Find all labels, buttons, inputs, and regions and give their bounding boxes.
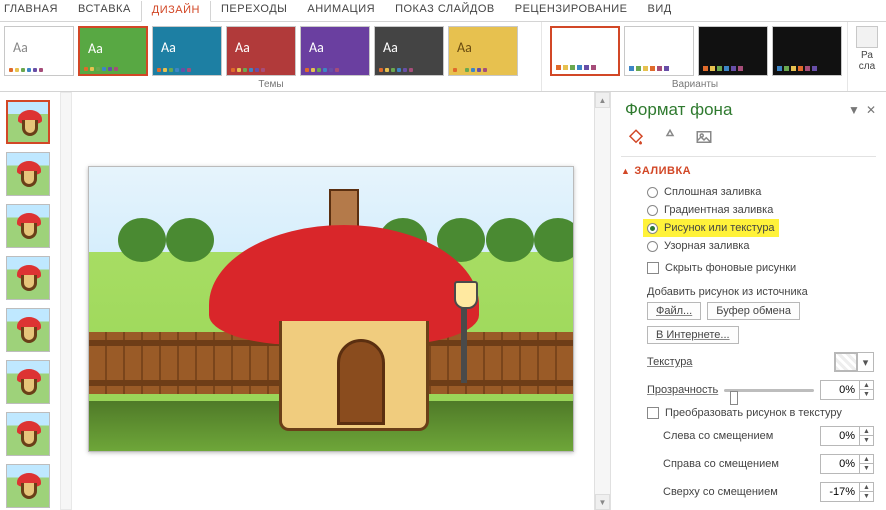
ribbon-tab-design[interactable]: ДИЗАЙН (141, 1, 211, 22)
collapse-icon: ▲ (621, 166, 630, 176)
tile-as-texture-check[interactable]: Преобразовать рисунок в текстуру (611, 404, 886, 422)
slide-thumbnails (0, 92, 60, 510)
theme-swatch-5[interactable]: Aa (300, 26, 370, 76)
opt-solid-fill[interactable]: Сплошная заливка (647, 183, 886, 201)
transparency-label: Прозрачность (647, 384, 718, 396)
slide-thumb-7[interactable] (6, 412, 50, 456)
picture-tab-icon[interactable] (693, 126, 715, 148)
ribbon-tab-view[interactable]: ВИД (638, 0, 682, 21)
insert-from-label: Добавить рисунок из источника (647, 286, 874, 302)
group-label-variants: Варианты (542, 79, 848, 90)
slide-thumb-5[interactable] (6, 308, 50, 352)
slide-thumb-8[interactable] (6, 464, 50, 508)
ribbon-tab-home[interactable]: ГЛАВНАЯ (2, 0, 68, 21)
offset-right-label: Справа со смещением (663, 458, 779, 470)
scroll-down-icon[interactable]: ▼ (595, 494, 610, 510)
offset-top-spinner[interactable]: ▲▼ (820, 482, 874, 502)
opt-pattern-fill[interactable]: Узорная заливка (647, 237, 886, 255)
house-graphic (209, 193, 479, 439)
transparency-slider[interactable] (724, 380, 814, 400)
ribbon-tab-animation[interactable]: АНИМАЦИЯ (297, 0, 385, 21)
offset-left-label: Слева со смещением (663, 430, 773, 442)
insert-online-button[interactable]: В Интернете... (647, 326, 739, 344)
slide-thumb-2[interactable] (6, 152, 50, 196)
fill-section-header[interactable]: ▲ ЗАЛИВКА (611, 161, 886, 181)
insert-clipboard-button[interactable]: Буфер обмена (707, 302, 800, 320)
fill-options: Сплошная заливка Градиентная заливка Рис… (611, 181, 886, 259)
format-background-panel: Формат фона ▼ ✕ ▲ ЗАЛИВКА Сплошная залив… (610, 92, 886, 510)
effects-tab-icon[interactable] (659, 126, 681, 148)
ribbon-content: AaAaAaAaAaAaAa Ра сла Темы Варианты (0, 22, 886, 92)
slide-canvas[interactable] (88, 166, 574, 452)
slide-canvas-area: ▲ ▼ (60, 92, 610, 510)
offset-right-spinner[interactable]: ▲▼ (820, 454, 874, 474)
ribbon-tab-transitions[interactable]: ПЕРЕХОДЫ (211, 0, 297, 21)
theme-swatch-7[interactable]: Aa (448, 26, 518, 76)
fill-tab-icon[interactable] (625, 126, 647, 148)
variant-swatch-1[interactable] (550, 26, 620, 76)
fill-section-label: ЗАЛИВКА (634, 165, 691, 177)
variant-swatch-3[interactable] (698, 26, 768, 76)
opt-picture-fill[interactable]: Рисунок или текстура (643, 219, 779, 237)
offset-top-label: Сверху со смещением (663, 486, 778, 498)
slide-size-label: Ра сла (852, 50, 882, 72)
ribbon-tab-review[interactable]: РЕЦЕНЗИРОВАНИЕ (505, 0, 638, 21)
theme-swatch-6[interactable]: Aa (374, 26, 444, 76)
texture-preview-icon (835, 353, 857, 371)
slide-thumb-1[interactable] (6, 100, 50, 144)
group-label-themes: Темы (0, 79, 542, 90)
variant-swatch-4[interactable] (772, 26, 842, 76)
panel-menu-icon[interactable]: ▼ (848, 103, 860, 117)
opt-gradient-fill[interactable]: Градиентная заливка (647, 201, 886, 219)
slide-thumb-3[interactable] (6, 204, 50, 248)
slide-thumb-6[interactable] (6, 360, 50, 404)
step-up-icon[interactable]: ▲ (860, 381, 873, 390)
slide-size-group: Ра сла (848, 22, 886, 91)
slide-size-icon[interactable] (856, 26, 878, 48)
texture-picker[interactable]: ▾ (834, 352, 874, 372)
ribbon-tabs: ГЛАВНАЯ ВСТАВКА ДИЗАЙН ПЕРЕХОДЫ АНИМАЦИЯ… (0, 0, 886, 22)
opt-hide-bg-graphics[interactable]: Скрыть фоновые рисунки (611, 259, 886, 280)
theme-swatch-2[interactable]: Aa (78, 26, 148, 76)
offset-left-spinner[interactable]: ▲▼ (820, 426, 874, 446)
variant-swatch-2[interactable] (624, 26, 694, 76)
texture-label: Текстура (647, 356, 692, 368)
theme-swatch-3[interactable]: Aa (152, 26, 222, 76)
thumbnails-scrollbar[interactable] (60, 92, 72, 510)
panel-close-icon[interactable]: ✕ (866, 103, 876, 117)
scroll-up-icon[interactable]: ▲ (595, 92, 610, 108)
ribbon-tab-insert[interactable]: ВСТАВКА (68, 0, 141, 21)
theme-swatch-4[interactable]: Aa (226, 26, 296, 76)
workspace: ▲ ▼ Формат фона ▼ ✕ ▲ ЗАЛИВКА Сплошная з… (0, 92, 886, 510)
ribbon-tab-slideshow[interactable]: ПОКАЗ СЛАЙДОВ (385, 0, 505, 21)
chevron-down-icon[interactable]: ▾ (857, 353, 873, 371)
transparency-spinner[interactable]: ▲▼ (820, 380, 874, 400)
slide-thumb-4[interactable] (6, 256, 50, 300)
step-down-icon[interactable]: ▼ (860, 390, 873, 399)
canvas-scrollbar[interactable]: ▲ ▼ (594, 92, 610, 510)
insert-file-button[interactable]: Файл... (647, 302, 701, 320)
panel-title: Формат фона (625, 100, 732, 120)
theme-swatch-1[interactable]: Aa (4, 26, 74, 76)
